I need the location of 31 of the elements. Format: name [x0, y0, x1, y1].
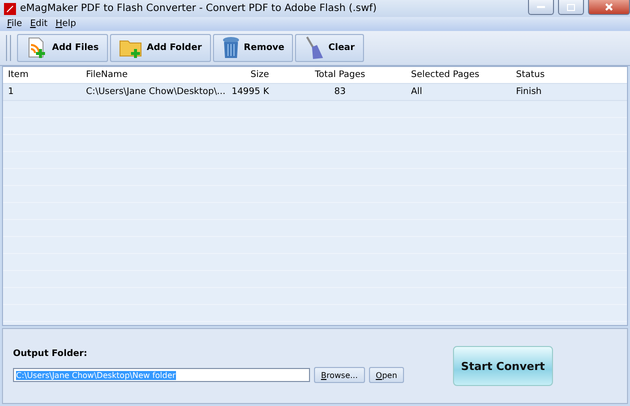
table-cell-text: 83: [333, 87, 347, 97]
column-header[interactable]: Item: [3, 70, 81, 80]
menu-item[interactable]: Edit: [27, 17, 53, 31]
broom-icon: [304, 36, 324, 60]
close-button[interactable]: [588, 0, 630, 15]
output-folder-label: Output Folder:: [13, 349, 88, 359]
document-plus-icon: [26, 37, 48, 59]
column-header[interactable]: Status: [511, 70, 627, 80]
column-header[interactable]: FileName: [81, 70, 221, 80]
table-cell-text: 1: [7, 87, 15, 97]
toolbar-button[interactable]: Clear: [295, 34, 364, 62]
app-icon: [4, 2, 16, 14]
browse-button[interactable]: Browse...: [314, 367, 365, 383]
minimize-button[interactable]: [528, 0, 554, 15]
table-cell-text: Finish: [515, 87, 543, 97]
table-cell-text: All: [410, 87, 424, 97]
maximize-button[interactable]: [558, 0, 584, 15]
toolbar-button[interactable]: Add Files: [17, 34, 108, 62]
start-convert-button[interactable]: Start Convert: [453, 346, 553, 386]
menu-item[interactable]: Help: [52, 17, 82, 31]
toolbar-button[interactable]: Add Folder: [110, 34, 211, 62]
trash-icon: [222, 36, 240, 60]
close-icon: [605, 3, 613, 11]
column-header[interactable]: Total Pages: [274, 70, 406, 80]
menu-item[interactable]: File: [4, 17, 28, 31]
maximize-icon: [567, 4, 575, 10]
open-button[interactable]: Open: [368, 367, 404, 383]
column-header[interactable]: Size: [221, 70, 274, 80]
toolbar-button[interactable]: Remove: [212, 34, 294, 62]
window-title: eMagMaker PDF to Flash Converter - Convert PDF to Adobe Flash (.swf): [20, 3, 378, 14]
column-header[interactable]: Selected Pages: [406, 70, 511, 80]
